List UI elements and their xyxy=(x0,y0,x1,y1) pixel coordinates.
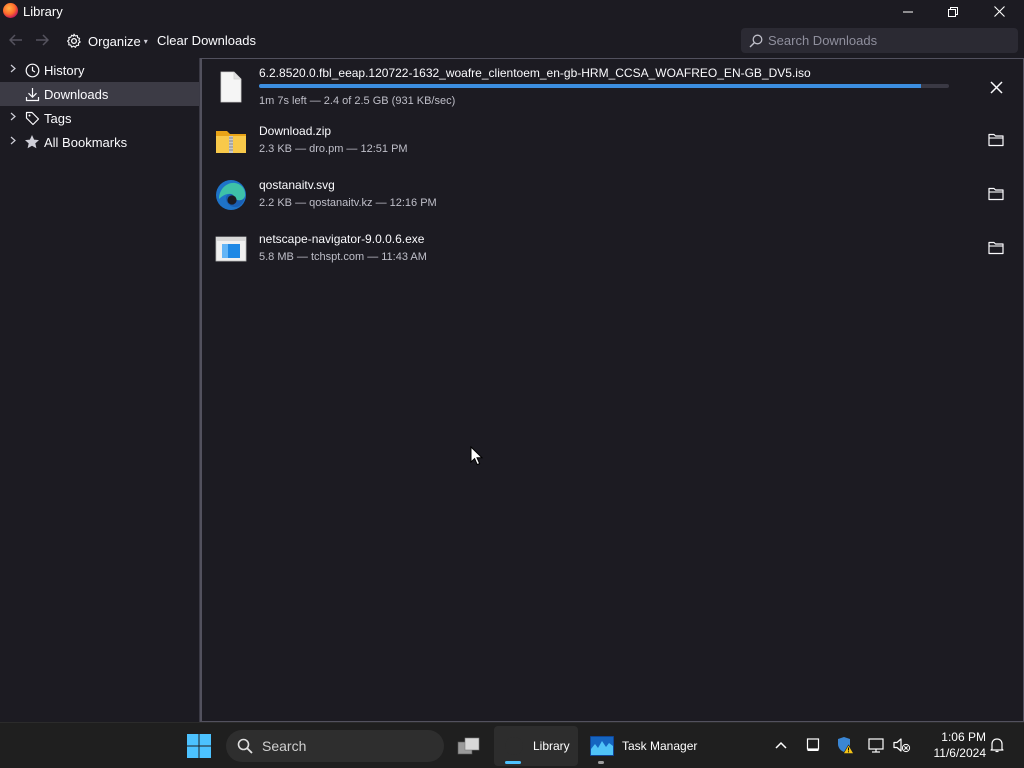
taskbar-app-label: Task Manager xyxy=(622,739,698,753)
arrow-right-icon xyxy=(36,34,49,46)
speaker-muted-icon xyxy=(893,738,911,753)
window-title: Library xyxy=(23,4,63,19)
sidebar-item-label: Downloads xyxy=(44,86,109,102)
organize-label: Organize xyxy=(88,33,141,49)
clear-downloads-button[interactable]: Clear Downloads xyxy=(157,33,256,48)
task-view-button[interactable] xyxy=(452,726,486,766)
file-icon xyxy=(215,71,247,103)
back-button[interactable] xyxy=(6,31,26,49)
chevron-right-icon[interactable] xyxy=(8,136,18,148)
search-icon xyxy=(237,738,253,754)
tag-icon xyxy=(24,110,40,126)
taskbar-app-library[interactable]: Library xyxy=(494,726,578,766)
taskbar: Search Library Task Manager 1:06 PM 11/6… xyxy=(0,722,1024,768)
close-icon xyxy=(989,80,1003,94)
clock-date: 11/6/2024 xyxy=(933,746,987,760)
search-icon xyxy=(749,34,763,47)
running-indicator xyxy=(598,761,604,764)
download-item[interactable]: 6.2.8520.0.fbl_eeap.120722-1632_woafre_c… xyxy=(202,59,1022,117)
taskbar-app-task-manager[interactable]: Task Manager xyxy=(584,726,702,766)
restore-button[interactable] xyxy=(930,0,976,23)
sidebar-item-label: History xyxy=(44,62,85,78)
title-bar: Library xyxy=(0,0,1024,23)
download-progress-fill xyxy=(259,84,922,88)
sidebar-item-label: All Bookmarks xyxy=(44,134,128,150)
clock-time: 1:06 PM xyxy=(941,730,986,744)
download-filename: qostanaitv.svg xyxy=(259,178,335,192)
notifications-button[interactable] xyxy=(988,736,1006,754)
downloads-list: 6.2.8520.0.fbl_eeap.120722-1632_woafre_c… xyxy=(200,58,1024,722)
chevron-right-icon[interactable] xyxy=(8,64,18,76)
network-icon xyxy=(868,738,884,753)
zip-folder-icon xyxy=(215,125,247,157)
firefox-icon xyxy=(3,3,18,18)
download-item[interactable]: netscape-navigator-9.0.0.6.exe 5.8 MB — … xyxy=(202,225,1022,279)
chevron-down-icon: ▾ xyxy=(143,36,148,46)
firefox-icon xyxy=(505,737,523,755)
star-icon xyxy=(24,134,40,150)
edge-icon xyxy=(215,179,247,211)
library-toolbar: Organize ▾ Clear Downloads xyxy=(0,23,1024,58)
task-manager-icon xyxy=(590,736,614,756)
open-folder-button[interactable] xyxy=(985,183,1007,205)
download-filename: netscape-navigator-9.0.0.6.exe xyxy=(259,232,425,246)
close-button[interactable] xyxy=(976,0,1022,23)
windows-logo-icon xyxy=(187,734,211,758)
forward-button[interactable] xyxy=(32,31,52,49)
organize-menu-button[interactable]: Organize ▾ xyxy=(66,31,148,51)
tray-volume-button[interactable] xyxy=(893,736,911,754)
folder-icon xyxy=(988,187,1004,201)
task-view-icon xyxy=(457,737,480,755)
sidebar-item-history[interactable]: History xyxy=(0,58,199,82)
active-indicator xyxy=(505,761,521,764)
download-progress-bar xyxy=(259,84,949,88)
start-button[interactable] xyxy=(186,733,212,759)
download-filename: 6.2.8520.0.fbl_eeap.120722-1632_woafre_c… xyxy=(259,66,811,80)
library-window: Library Organize ▾ Clear Downloads Searc… xyxy=(0,0,1024,722)
search-downloads-input[interactable] xyxy=(768,33,1008,48)
cancel-download-button[interactable] xyxy=(985,76,1007,98)
folder-icon xyxy=(988,241,1004,255)
download-status: 2.3 KB — dro.pm — 12:51 PM xyxy=(259,143,408,155)
taskbar-search-label: Search xyxy=(262,738,307,754)
device-icon xyxy=(806,738,820,751)
minimize-icon xyxy=(903,11,913,12)
arrow-left-icon xyxy=(9,34,22,46)
close-icon xyxy=(993,6,1005,17)
mouse-cursor-icon xyxy=(470,446,484,466)
minimize-button[interactable] xyxy=(885,0,931,23)
download-filename: Download.zip xyxy=(259,124,332,138)
sidebar-item-label: Tags xyxy=(44,110,72,126)
download-item[interactable]: qostanaitv.svg 2.2 KB — qostanaitv.kz — … xyxy=(202,171,1022,225)
sidebar-item-all-bookmarks[interactable]: All Bookmarks xyxy=(0,130,199,154)
folder-icon xyxy=(988,133,1004,147)
open-folder-button[interactable] xyxy=(985,237,1007,259)
sidebar-item-downloads[interactable]: Downloads xyxy=(0,82,199,106)
download-status: 5.8 MB — tchspt.com — 11:43 AM xyxy=(259,251,427,263)
tray-network-button[interactable] xyxy=(868,736,886,754)
search-downloads-box[interactable] xyxy=(741,28,1018,53)
download-status: 2.2 KB — qostanaitv.kz — 12:16 PM xyxy=(259,197,437,209)
open-folder-button[interactable] xyxy=(985,129,1007,151)
show-hidden-icons-button[interactable] xyxy=(772,736,790,754)
bell-icon xyxy=(990,738,1004,753)
gear-icon xyxy=(67,33,81,48)
tray-device-button[interactable] xyxy=(804,736,822,754)
download-status: 1m 7s left — 2.4 of 2.5 GB (931 KB/sec) xyxy=(259,95,456,107)
taskbar-clock[interactable]: 1:06 PM 11/6/2024 xyxy=(920,729,987,761)
restore-icon xyxy=(948,6,958,17)
clock-icon xyxy=(24,62,40,78)
chevron-up-icon xyxy=(775,741,787,749)
library-sidebar: History Downloads Tags All Bookmarks xyxy=(0,58,200,722)
chevron-right-icon[interactable] xyxy=(8,112,18,124)
download-item[interactable]: Download.zip 2.3 KB — dro.pm — 12:51 PM xyxy=(202,117,1022,171)
shield-warning-icon xyxy=(838,737,854,754)
exe-icon xyxy=(215,233,247,265)
download-icon xyxy=(24,86,40,102)
sidebar-item-tags[interactable]: Tags xyxy=(0,106,199,130)
taskbar-search[interactable]: Search xyxy=(226,730,444,762)
taskbar-app-label: Library xyxy=(533,739,570,753)
tray-security-button[interactable] xyxy=(836,736,854,754)
